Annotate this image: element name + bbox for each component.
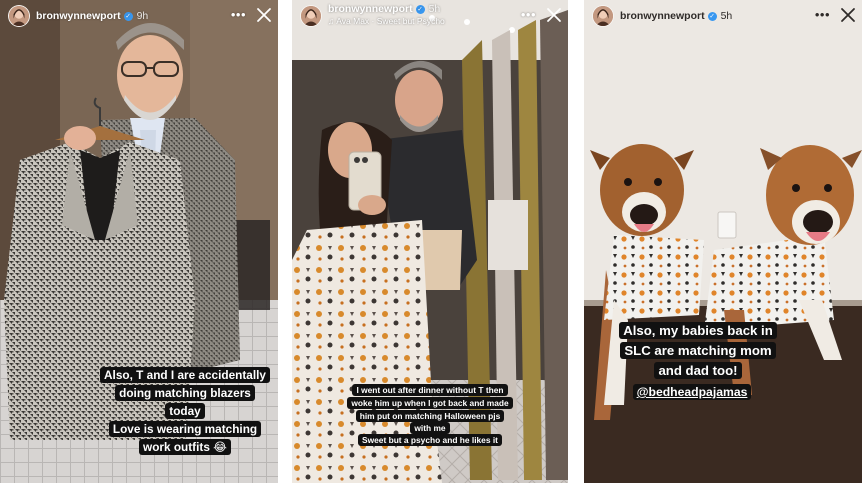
story-3-photo xyxy=(584,0,862,483)
verified-badge-icon: ✓ xyxy=(123,12,133,21)
mention-link[interactable]: @bedheadpajamas xyxy=(632,384,752,400)
music-sticker[interactable]: ♫ Ava Max · Sweet but Psycho xyxy=(328,16,445,26)
caption-line: and dad too! xyxy=(654,362,742,380)
caption-line: Also, my babies back in xyxy=(619,322,777,339)
username[interactable]: bronwynnewport xyxy=(328,3,413,15)
profile-avatar[interactable] xyxy=(300,5,322,27)
caption-line: SLC are matching mom xyxy=(620,342,776,360)
caption-line: with me xyxy=(410,422,450,435)
story-2-header: bronwynnewport ✓ 5h ♫ Ava Max · Sweet but … xyxy=(292,0,568,36)
caption-halloween-pjs: I went out after dinner without T then w… xyxy=(292,384,568,435)
caption-work-outfits: Love is wearing matching work outfits 😂 xyxy=(92,421,278,457)
username[interactable]: bronwynnewport xyxy=(36,10,121,22)
story-panel-1[interactable]: bronwynnewport ✓ 9h ••• Also, T and I are … xyxy=(0,0,278,483)
more-horizontal-icon[interactable]: ••• xyxy=(815,8,830,22)
username-row[interactable]: bronwynnewport ✓ 5h xyxy=(620,10,732,22)
caption-line: Also, T and I are accidentally xyxy=(100,367,270,383)
caption-line: I went out after dinner without T then xyxy=(352,384,508,396)
post-time: 5h xyxy=(428,3,441,15)
verified-badge-icon: ✓ xyxy=(707,12,717,21)
story-3-header: bronwynnewport ✓ 5h ••• xyxy=(584,0,862,36)
post-time: 9h xyxy=(136,10,149,22)
story-panel-2[interactable]: bronwynnewport ✓ 5h ♫ Ava Max · Sweet but … xyxy=(292,0,568,483)
more-horizontal-icon[interactable]: ••• xyxy=(231,8,246,22)
profile-avatar[interactable] xyxy=(592,5,614,27)
story-panel-3[interactable]: bronwynnewport ✓ 5h ••• Also, my babies ba… xyxy=(584,0,862,483)
caption-sweet-psycho: Sweet but a psycho and he likes it xyxy=(292,434,568,447)
story-1-header: bronwynnewport ✓ 9h ••• xyxy=(0,0,278,36)
caption-line: Love is wearing matching xyxy=(108,421,262,437)
profile-avatar[interactable] xyxy=(8,5,30,27)
caption-babies-matching: Also, my babies back in SLC are matching… xyxy=(598,321,798,381)
post-time: 5h xyxy=(720,10,733,22)
caption-line: him put on matching Halloween pjs xyxy=(355,409,505,422)
mention-sticker[interactable]: @bedheadpajamas xyxy=(622,383,762,402)
close-icon[interactable] xyxy=(840,7,856,23)
username-row[interactable]: bronwynnewport ✓ 9h xyxy=(36,10,148,22)
username-row[interactable]: bronwynnewport ✓ 5h xyxy=(328,3,440,15)
caption-line: Sweet but a psycho and he likes it xyxy=(358,434,502,446)
caption-blazers: Also, T and I are accidentally doing mat… xyxy=(92,367,278,421)
username[interactable]: bronwynnewport xyxy=(620,10,705,22)
caption-line: woke him up when I got back and made xyxy=(347,396,513,409)
verified-badge-icon: ✓ xyxy=(415,5,425,14)
caption-line: doing matching blazers xyxy=(115,384,255,401)
more-horizontal-icon[interactable]: ••• xyxy=(521,8,536,22)
close-icon[interactable] xyxy=(546,7,562,23)
close-icon[interactable] xyxy=(256,7,272,23)
caption-line: today xyxy=(165,402,205,419)
caption-line: work outfits 😂 xyxy=(139,438,231,455)
